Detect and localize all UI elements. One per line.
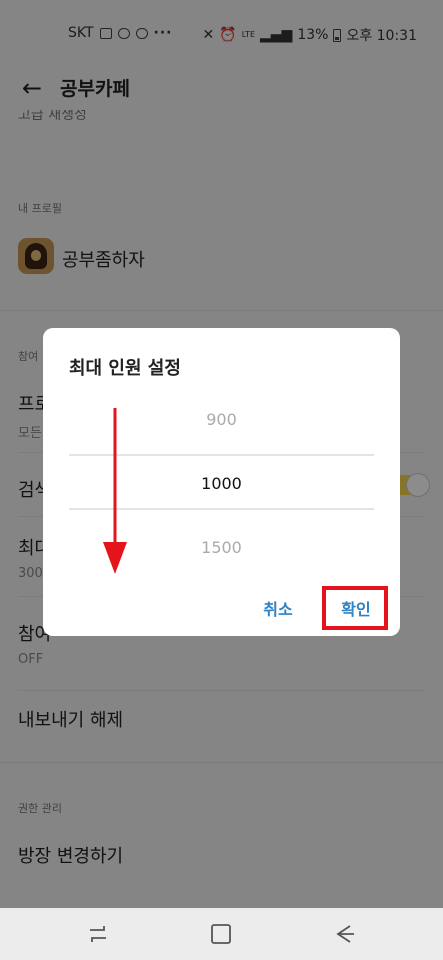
dialog-title: 최대 인원 설정 [69,358,181,379]
cancel-button[interactable]: 취소 [253,596,303,620]
confirm-button[interactable]: 확인 [331,596,381,620]
back-icon[interactable] [330,920,358,948]
max-members-dialog: 최대 인원 설정 900 1000 1500 취소 확인 [43,328,400,636]
scroll-down-arrow-icon [103,408,127,574]
home-icon[interactable] [207,920,235,948]
system-nav-bar [0,908,443,960]
recent-apps-icon[interactable] [84,920,112,948]
